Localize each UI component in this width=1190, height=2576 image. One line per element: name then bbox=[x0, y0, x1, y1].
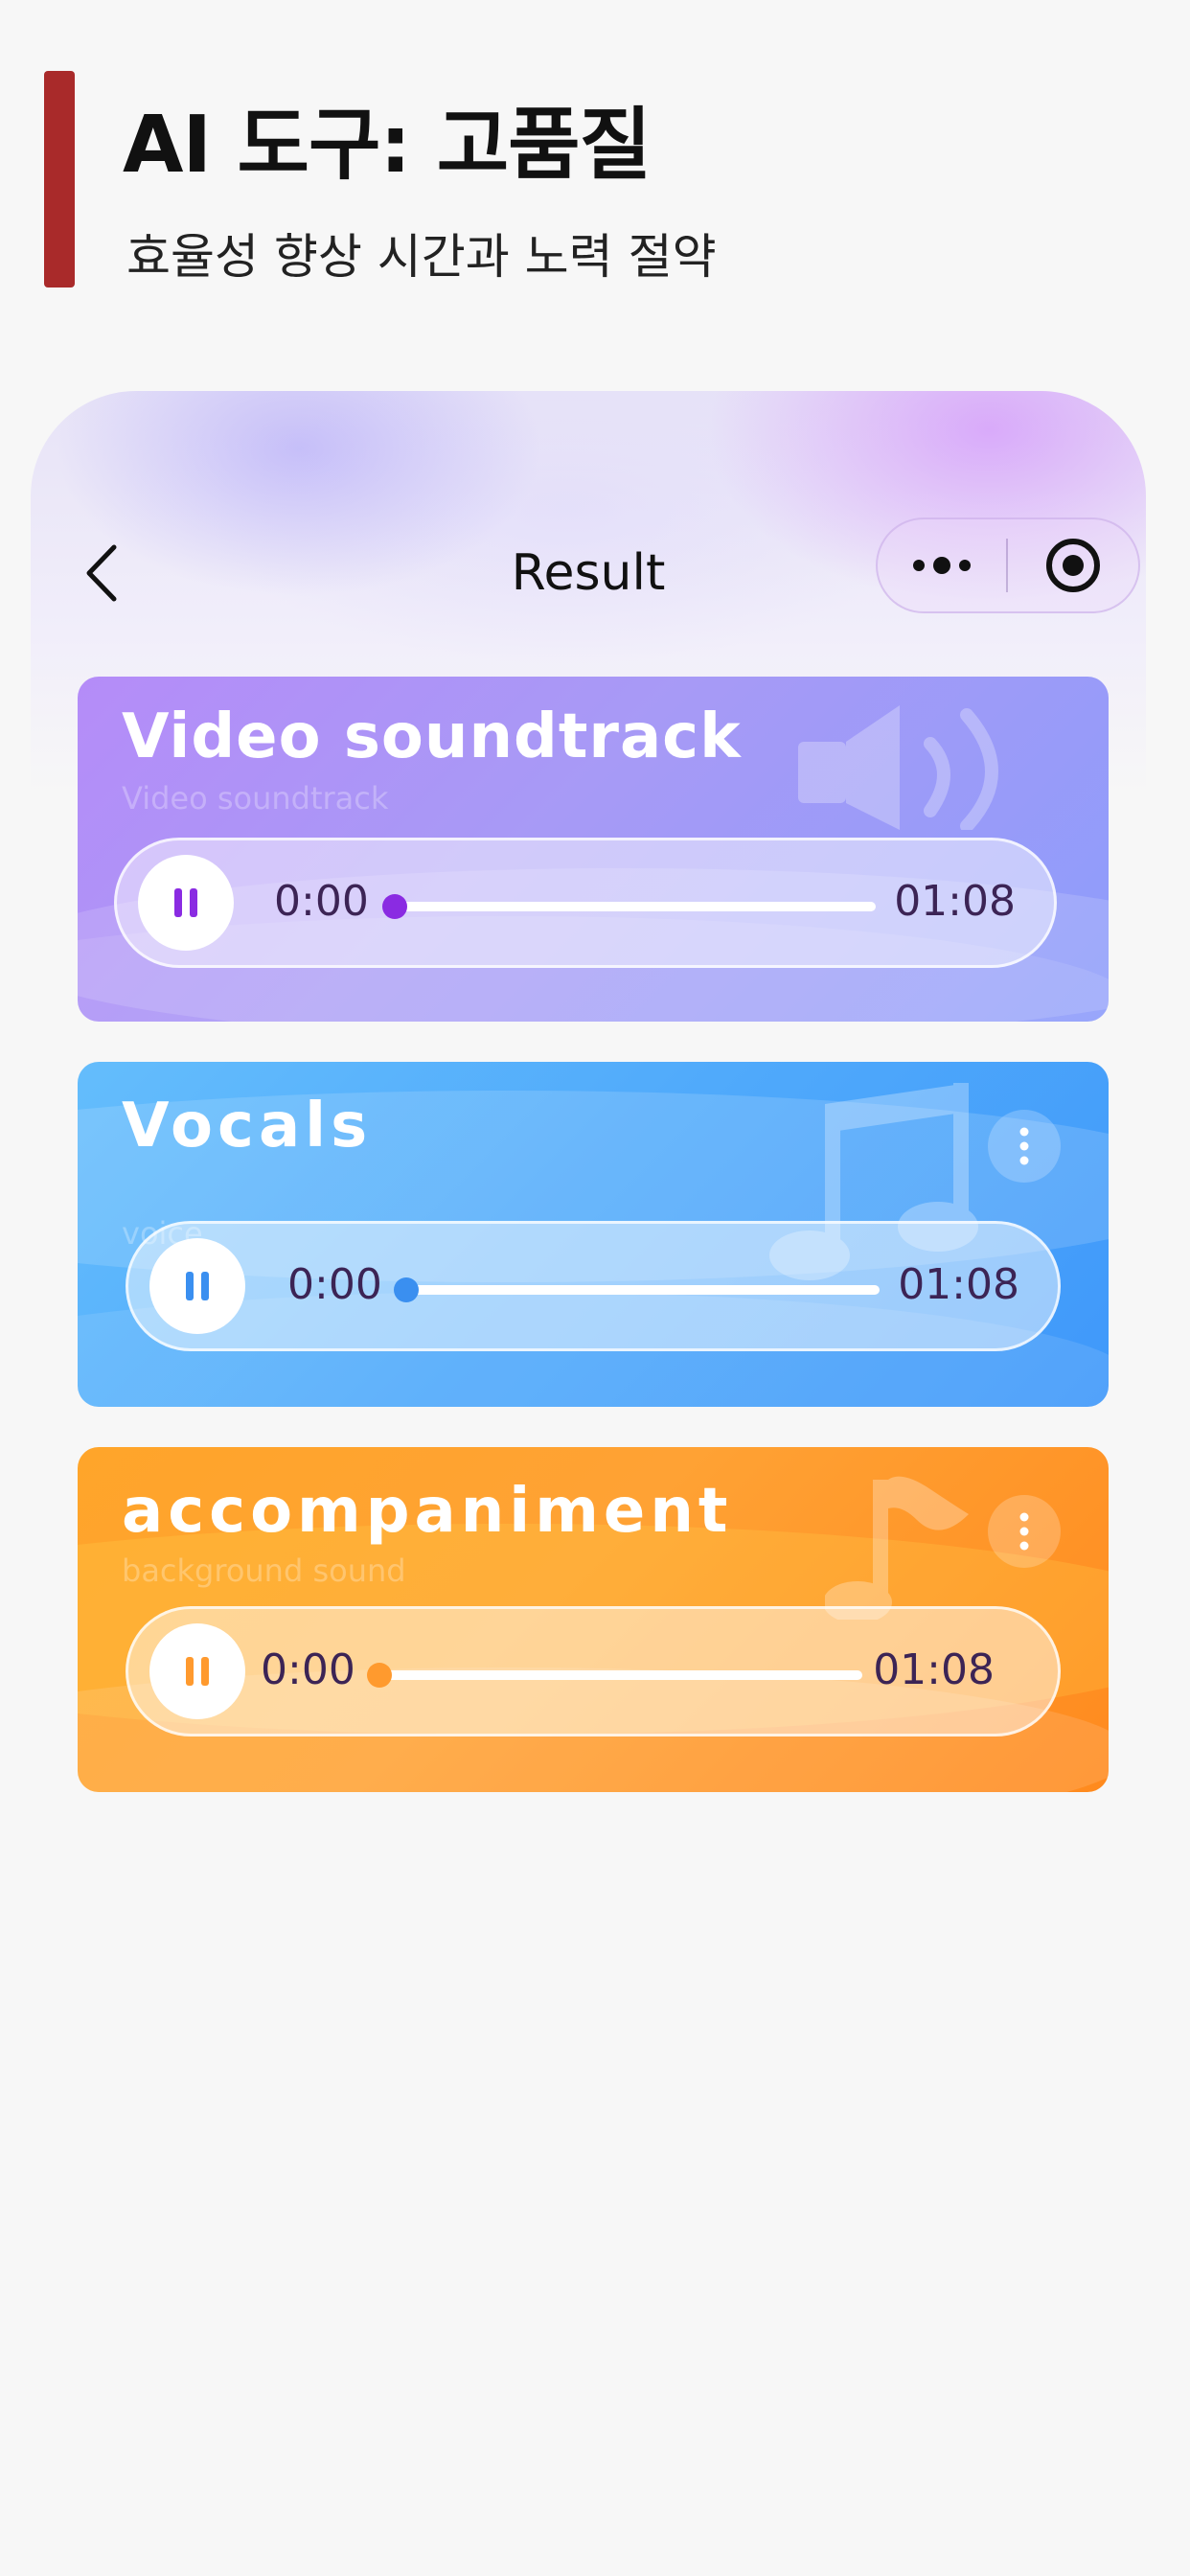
record-target-icon bbox=[1046, 539, 1100, 592]
page-headline: AI 도구: 고품질 bbox=[123, 100, 652, 191]
pause-button[interactable] bbox=[149, 1238, 245, 1334]
progress-track[interactable] bbox=[394, 1277, 880, 1302]
track-card-accompaniment: accompaniment background sound 0:00 01:0… bbox=[78, 1447, 1109, 1792]
pause-icon bbox=[186, 1272, 209, 1300]
track-title: Video soundtrack bbox=[122, 702, 742, 772]
pause-icon bbox=[174, 888, 197, 917]
progress-knob[interactable] bbox=[394, 1277, 419, 1302]
track-options-button[interactable] bbox=[988, 1495, 1061, 1568]
close-miniprogram-button[interactable] bbox=[1008, 519, 1138, 611]
progress-knob[interactable] bbox=[367, 1663, 392, 1688]
current-time: 0:00 bbox=[261, 1645, 355, 1694]
current-time: 0:00 bbox=[274, 877, 369, 926]
page-subheadline: 효율성 향상 시간과 노력 절약 bbox=[126, 229, 717, 285]
current-time: 0:00 bbox=[287, 1260, 382, 1309]
track-title: accompaniment bbox=[122, 1476, 733, 1547]
total-time: 01:08 bbox=[898, 1260, 1019, 1309]
progress-track[interactable] bbox=[367, 1663, 862, 1688]
eighth-note-icon bbox=[825, 1476, 969, 1620]
mini-program-capsule bbox=[876, 518, 1140, 613]
track-card-vocals: Vocals voice 0:00 01:08 bbox=[78, 1062, 1109, 1407]
track-options-button[interactable] bbox=[988, 1110, 1061, 1183]
progress-track[interactable] bbox=[382, 894, 876, 919]
kebab-menu-icon bbox=[1019, 1127, 1029, 1165]
audio-player: 0:00 01:08 bbox=[126, 1606, 1061, 1736]
track-subtitle: Video soundtrack bbox=[122, 780, 389, 816]
more-button[interactable] bbox=[878, 519, 1006, 611]
track-title: Vocals bbox=[122, 1091, 373, 1162]
pause-button[interactable] bbox=[149, 1623, 245, 1719]
speaker-icon bbox=[798, 705, 998, 830]
audio-player: 0:00 01:08 bbox=[114, 838, 1057, 968]
pause-button[interactable] bbox=[138, 855, 234, 951]
progress-knob[interactable] bbox=[382, 894, 407, 919]
total-time: 01:08 bbox=[873, 1645, 995, 1694]
pause-icon bbox=[186, 1657, 209, 1686]
audio-player: 0:00 01:08 bbox=[126, 1221, 1061, 1351]
more-dots-icon bbox=[913, 557, 971, 574]
kebab-menu-icon bbox=[1019, 1512, 1029, 1551]
total-time: 01:08 bbox=[894, 877, 1016, 926]
track-card-video-soundtrack: Video soundtrack Video soundtrack 0:00 0… bbox=[78, 677, 1109, 1022]
track-subtitle: background sound bbox=[122, 1552, 406, 1589]
header-accent-bar bbox=[44, 71, 75, 288]
